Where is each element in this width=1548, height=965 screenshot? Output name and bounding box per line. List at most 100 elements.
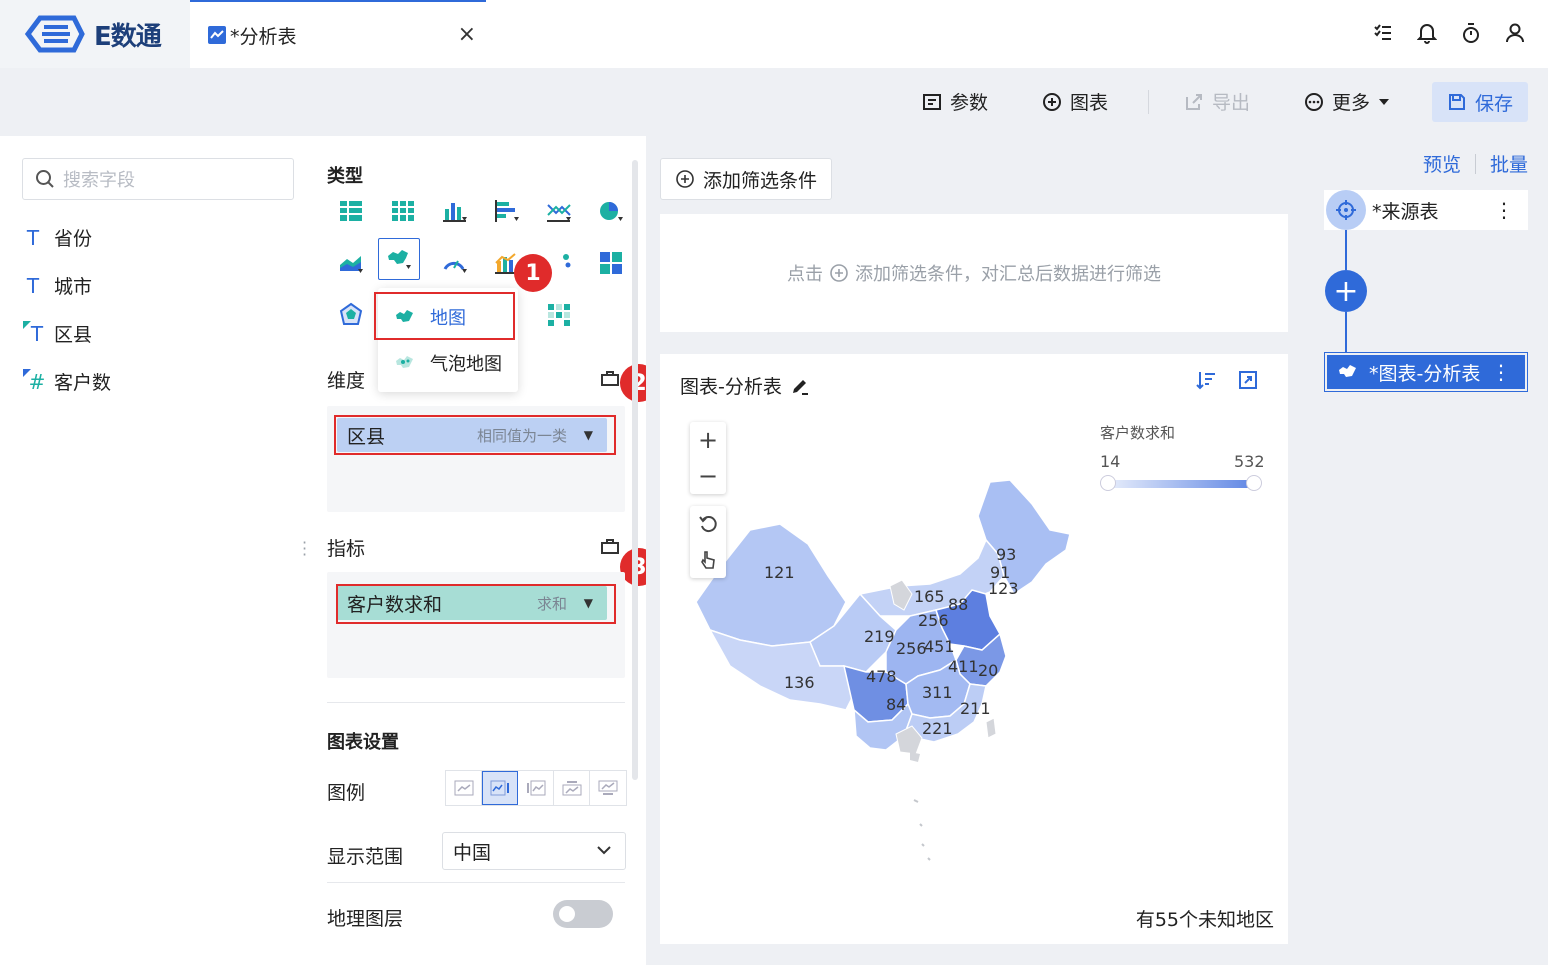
legend-max: 532 (1234, 452, 1265, 471)
horizontal-bar-icon[interactable] (488, 192, 526, 230)
area-chart-icon[interactable] (332, 244, 370, 282)
add-circle-icon (1043, 92, 1061, 111)
briefcase-icon[interactable] (600, 536, 620, 556)
filter-hint-text: 添加筛选条件，对汇总后数据进行筛选 (855, 264, 1161, 285)
display-range-select[interactable]: 中国 (442, 832, 626, 870)
add-filter-button[interactable]: 添加筛选条件 (660, 158, 832, 200)
map-label: 478 (866, 667, 897, 686)
toggle-knob (559, 906, 575, 922)
table-chart-icon[interactable] (332, 192, 370, 230)
used-number-type-icon: # (22, 368, 45, 394)
legend-top-option[interactable] (554, 771, 590, 805)
params-icon (923, 93, 941, 110)
tab-analysis[interactable]: *分析表 × (190, 0, 486, 68)
more-vertical-icon[interactable]: ⋮ (1494, 198, 1514, 222)
zoom-out-icon[interactable]: − (690, 458, 726, 494)
line-chart-icon[interactable] (540, 192, 578, 230)
geo-layer-toggle[interactable] (553, 900, 613, 928)
config-scrollbar[interactable] (632, 160, 638, 780)
section-divider (327, 882, 625, 883)
bell-icon[interactable] (1416, 20, 1438, 46)
map-label: 256 (896, 639, 927, 658)
chart-node[interactable]: *图表-分析表 ⋮ (1324, 352, 1528, 392)
map-label: 221 (922, 719, 953, 738)
map-label: 123 (988, 579, 1019, 598)
legend-min: 14 (1100, 452, 1121, 471)
pie-chart-icon[interactable] (592, 192, 630, 230)
legend-min-handle[interactable] (1100, 475, 1116, 491)
legend-position-options (445, 770, 627, 806)
more-label: 更多 (1332, 92, 1371, 114)
export-button[interactable]: 导出 (1184, 88, 1250, 115)
params-label: 参数 (950, 92, 989, 114)
save-label: 保存 (1474, 92, 1513, 115)
legend-none-option[interactable] (446, 771, 482, 805)
search-field[interactable]: 搜索字段 (22, 158, 294, 200)
text-type-icon: T (26, 273, 40, 298)
field-label: 区县 (54, 324, 93, 346)
toolbar: 参数 图表 导出 更多 保存 (0, 68, 1548, 136)
map-label: 451 (924, 637, 955, 656)
chevron-down-icon (597, 846, 611, 855)
legend-label: 图例 (327, 782, 366, 804)
map-label: 88 (948, 595, 968, 614)
briefcase-icon[interactable] (600, 368, 620, 388)
field-item-province[interactable]: T 省份 (22, 224, 92, 251)
metric-title: 指标 (327, 538, 366, 560)
task-list-icon[interactable] (1372, 20, 1394, 46)
legend-bottom-option[interactable] (590, 771, 626, 805)
bar-chart-icon[interactable] (436, 192, 474, 230)
gauge-chart-icon[interactable] (436, 244, 474, 282)
save-button[interactable]: 保存 (1432, 82, 1528, 122)
app-logo[interactable]: E数通 (24, 14, 162, 54)
more-vertical-icon[interactable]: ⋮ (1491, 360, 1511, 384)
legend-max-handle[interactable] (1246, 475, 1262, 491)
detail-table-icon[interactable] (384, 192, 422, 230)
timer-icon[interactable] (1460, 20, 1482, 46)
add-chart-button[interactable]: 图表 (1042, 88, 1108, 115)
map-label: 136 (784, 673, 815, 692)
more-icon (1305, 92, 1323, 111)
filter-drop-area[interactable]: 点击 添加筛选条件，对汇总后数据进行筛选 (660, 214, 1288, 332)
china-map: 121 93 91 123 165 88 256 219 256 451 411… (695, 479, 1071, 861)
highlight-box-3 (336, 584, 616, 624)
export-icon (1186, 93, 1202, 110)
pointer-icon[interactable] (690, 542, 726, 578)
field-item-customers[interactable]: # 客户数 (22, 368, 111, 395)
highlight-box-2 (334, 415, 616, 455)
preview-link[interactable]: 预览 (1423, 150, 1461, 177)
chart-settings-title: 图表设置 (327, 732, 399, 753)
zoom-in-icon[interactable]: + (690, 422, 726, 458)
config-panel: 类型 地图 气泡地图 1 维度 2 区县 相同值为一类 ▼ 指标 3 客户数求和… (312, 136, 658, 965)
more-button[interactable]: 更多 (1304, 88, 1390, 115)
user-icon[interactable] (1504, 20, 1526, 46)
highlight-box-1 (374, 292, 515, 340)
menu-item-bubble-map[interactable]: 气泡地图 (378, 340, 518, 386)
legend-title: 客户数求和 (1100, 424, 1176, 442)
field-item-city[interactable]: T 城市 (22, 272, 92, 299)
dashboard-chart-icon[interactable] (592, 244, 630, 282)
add-node-button[interactable]: + (1325, 270, 1367, 312)
map-icon (1339, 365, 1356, 377)
field-item-district[interactable]: T 区县 (22, 320, 92, 347)
panel-resize-handle[interactable]: · · · (302, 535, 307, 563)
heatmap-chart-icon[interactable] (540, 296, 578, 334)
chart-card: 图表-分析表 121 93 91 123 165 88 256 219 256 … (660, 354, 1288, 944)
batch-link[interactable]: 批量 (1490, 150, 1528, 177)
map-label: 211 (960, 699, 991, 718)
flow-connector (1345, 230, 1347, 270)
params-button[interactable]: 参数 (922, 88, 988, 115)
tab-close-icon[interactable]: × (458, 22, 476, 47)
source-table-node[interactable]: *来源表 ⋮ (1324, 190, 1528, 230)
toolbar-divider (1148, 90, 1149, 114)
legend-left-option[interactable] (518, 771, 554, 805)
map-label: 121 (764, 563, 795, 582)
save-icon (1448, 94, 1465, 110)
add-chart-label: 图表 (1070, 92, 1109, 114)
unknown-regions-text: 有55个未知地区 (1135, 909, 1274, 931)
legend-right-option[interactable] (482, 771, 518, 805)
display-range-label: 显示范围 (327, 846, 404, 868)
reset-icon[interactable] (690, 506, 726, 542)
radar-chart-icon[interactable] (332, 296, 370, 334)
map-chart-icon[interactable] (378, 238, 420, 280)
